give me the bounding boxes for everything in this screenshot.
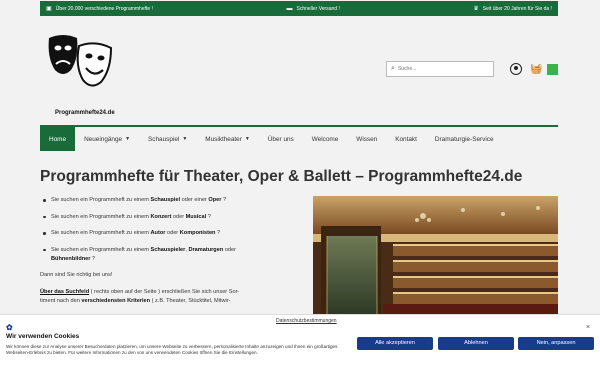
nav-item-musiktheater[interactable]: Musiktheater ▼ xyxy=(196,127,259,151)
logo-text: Programmhefte24.de xyxy=(55,110,115,116)
nav-item-wissen[interactable]: Wissen xyxy=(347,127,386,151)
truck-icon: ▣ xyxy=(46,6,52,12)
nav-item-neueingaenge[interactable]: Neueingänge ▼ xyxy=(75,127,139,151)
cart-count-badge[interactable] xyxy=(547,64,558,75)
close-icon[interactable]: × xyxy=(586,324,590,331)
intro-text: Sie suchen ein Programmheft zu einem Sch… xyxy=(40,196,302,313)
top-info-bar: ▣ Über 20.000 verschiedene Programmhefte… xyxy=(40,1,558,16)
list-item: Sie suchen ein Programmheft zu einem Sch… xyxy=(40,196,302,205)
topbar-text: Seit über 20 Jahren für Sie da ! xyxy=(482,5,552,12)
customize-button[interactable]: Nein, anpassen xyxy=(518,337,594,350)
topbar-text: Über 20.000 verschiedene Programmhefte ! xyxy=(55,5,153,12)
search-link[interactable]: Über das Suchfeld xyxy=(40,289,89,295)
caret-down-icon: ▼ xyxy=(182,136,188,142)
nav-label: Neueingänge xyxy=(84,135,123,143)
nav-item-dramaturgie-service[interactable]: Dramaturgie-Service xyxy=(426,127,503,151)
nav-label: Wissen xyxy=(356,135,378,143)
search-hint: Über das Suchfeld ( rechts oben auf der … xyxy=(40,288,240,304)
accept-all-button[interactable]: Alle akzeptieren xyxy=(357,337,433,350)
nav-label: Dramaturgie-Service xyxy=(434,135,494,143)
privacy-policy-link[interactable]: Datenschutzbestimmungen xyxy=(276,318,337,324)
nav-label: Über uns xyxy=(267,135,294,143)
consent-logo-icon: ✿ xyxy=(6,323,13,332)
caret-down-icon: ▼ xyxy=(125,136,131,142)
opera-interior-image xyxy=(313,196,558,314)
list-item: Sie suchen ein Programmheft zu einem Sch… xyxy=(40,246,302,263)
search-input[interactable] xyxy=(397,66,483,72)
topbar-item-shipping: ▣ Über 20.000 verschiedene Programmhefte… xyxy=(46,5,153,13)
topbar-text: Schneller Versand ! xyxy=(296,5,340,12)
nav-label: Musiktheater xyxy=(205,135,242,143)
topbar-item-years: ♛ Seit über 20 Jahren für Sie da ! xyxy=(473,5,552,13)
nav-label: Home xyxy=(49,135,67,143)
caret-down-icon: ▼ xyxy=(244,136,250,142)
nav-item-welcome[interactable]: Welcome xyxy=(303,127,348,151)
account-icon[interactable] xyxy=(510,63,522,75)
nav-label: Kontakt xyxy=(395,135,417,143)
cookie-title: Wir verwenden Cookies xyxy=(6,333,80,340)
trophy-icon: ♛ xyxy=(473,6,479,12)
reject-button[interactable]: Ablehnen xyxy=(438,337,514,350)
nav-item-home[interactable]: Home xyxy=(40,127,76,151)
basket-icon[interactable]: 🧺 xyxy=(530,64,542,75)
page-title: Programmhefte für Theater, Oper & Ballet… xyxy=(40,168,523,185)
theater-masks-icon xyxy=(48,35,113,87)
opera-house-photo xyxy=(313,196,558,314)
nav-item-schauspiel[interactable]: Schauspiel ▼ xyxy=(139,127,196,151)
cookie-description: Wir können diese zur Analyse unserer Bes… xyxy=(6,344,338,356)
question-list: Sie suchen ein Programmheft zu einem Sch… xyxy=(40,196,302,263)
site-header: Programmhefte24.de ⌕ 🧺 xyxy=(40,20,558,120)
nav-label: Welcome xyxy=(311,135,339,143)
list-item: Sie suchen ein Programmheft zu einem Aut… xyxy=(40,229,302,238)
topbar-item-fast: ▬ Schneller Versand ! xyxy=(286,6,339,12)
site-logo[interactable]: Programmhefte24.de xyxy=(45,32,125,116)
search-box[interactable]: ⌕ xyxy=(386,61,494,77)
main-nav: Home Neueingänge ▼ Schauspiel ▼ Musiktheat… xyxy=(40,125,558,151)
delivery-icon: ▬ xyxy=(286,5,293,12)
closing-text: Dann sind Sie richtig bei uns! xyxy=(40,272,113,279)
search-icon: ⌕ xyxy=(391,65,395,72)
nav-label: Schauspiel xyxy=(148,135,180,143)
nav-item-kontakt[interactable]: Kontakt xyxy=(386,127,426,151)
nav-item-ueber-uns[interactable]: Über uns xyxy=(259,127,303,151)
list-item: Sie suchen ein Programmheft zu einem Kon… xyxy=(40,213,302,222)
